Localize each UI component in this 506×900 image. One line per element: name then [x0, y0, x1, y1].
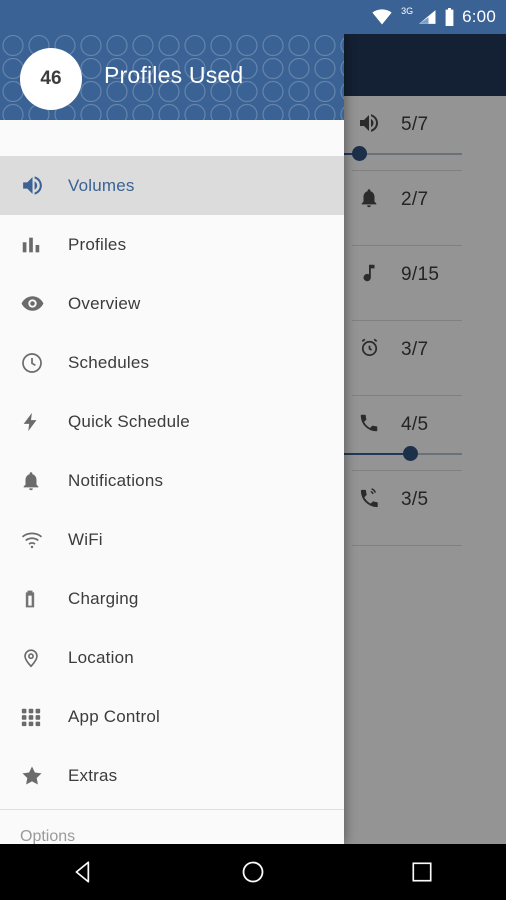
sidebar-item-extras[interactable]: Extras	[0, 746, 344, 805]
status-bar: 3G 6:00	[0, 0, 506, 34]
recents-button[interactable]	[362, 861, 482, 883]
sidebar-item-label: Charging	[68, 588, 139, 608]
sidebar-item-label: Overview	[68, 293, 141, 313]
drawer-title: Profiles Used	[104, 62, 244, 88]
status-bar-clock: 6:00	[462, 7, 496, 26]
sidebar-item-profiles[interactable]: Profiles	[0, 215, 344, 274]
sidebar-item-overview[interactable]: Overview	[0, 274, 344, 333]
battery-icon	[20, 588, 68, 610]
sidebar-item-charging[interactable]: Charging	[0, 569, 344, 628]
star-icon	[20, 764, 68, 788]
profiles-used-badge: 46	[20, 48, 82, 110]
sidebar-item-label: Schedules	[68, 352, 150, 372]
sidebar-item-label: Quick Schedule	[68, 411, 190, 431]
home-button[interactable]	[193, 860, 313, 884]
back-button[interactable]	[24, 859, 144, 885]
badge-count: 46	[40, 68, 62, 89]
clock-icon	[20, 351, 68, 375]
sidebar-item-volumes[interactable]: Volumes	[0, 156, 344, 215]
sidebar-item-label: Location	[68, 647, 134, 667]
sidebar-item-label: WiFi	[68, 529, 103, 549]
bar-chart-icon	[20, 234, 68, 256]
signal-icon	[418, 9, 437, 25]
sidebar-item-label: Volumes	[68, 175, 135, 195]
phone-screen: 5/7 2/7 9/15 3/7 4/5 3/5 46 Profiles Use…	[0, 0, 506, 900]
drawer-spacer	[0, 120, 344, 156]
sidebar-item-label: Extras	[68, 765, 118, 785]
wifi-icon	[372, 9, 392, 25]
sidebar-item-label: App Control	[68, 706, 160, 726]
drawer-header: 46 Profiles Used	[0, 34, 344, 120]
drawer-options-label: Options	[20, 828, 76, 844]
sidebar-item-wifi[interactable]: WiFi	[0, 510, 344, 569]
lightning-bolt-icon	[20, 411, 68, 433]
sidebar-item-label: Notifications	[68, 470, 164, 490]
network-type-label: 3G	[401, 6, 414, 16]
navigation-drawer: 46 Profiles Used Volumes Profiles Overvi…	[0, 34, 344, 844]
system-nav-bar	[0, 844, 506, 900]
volume-icon	[20, 173, 68, 198]
sidebar-item-notifications[interactable]: Notifications	[0, 451, 344, 510]
bell-icon	[20, 470, 68, 492]
grid-apps-icon	[20, 706, 68, 728]
sidebar-item-app-control[interactable]: App Control	[0, 687, 344, 746]
sidebar-item-quick-schedule[interactable]: Quick Schedule	[0, 392, 344, 451]
location-pin-icon	[20, 647, 68, 669]
sidebar-item-label: Profiles	[68, 234, 127, 254]
battery-icon	[444, 8, 455, 26]
sidebar-item-schedules[interactable]: Schedules	[0, 333, 344, 392]
wifi-icon	[20, 528, 68, 552]
sidebar-item-location[interactable]: Location	[0, 628, 344, 687]
eye-icon	[20, 291, 68, 316]
